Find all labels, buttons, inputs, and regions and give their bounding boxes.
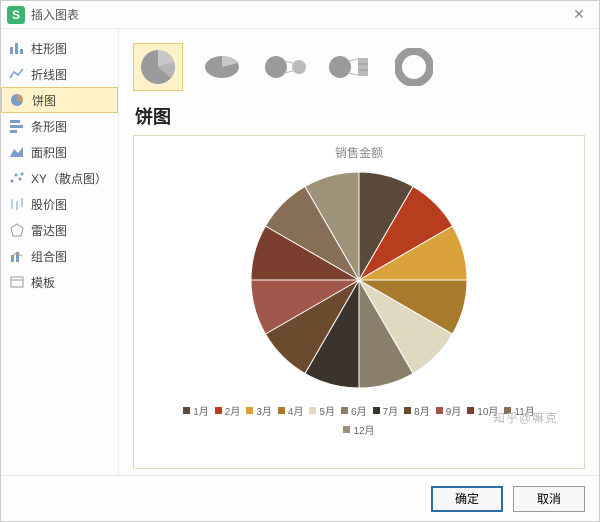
- legend-label: 9月: [446, 403, 462, 418]
- sidebar-item-pie[interactable]: 饼图: [1, 87, 118, 113]
- legend-swatch: [183, 407, 190, 414]
- sidebar-item-bar[interactable]: 条形图: [1, 113, 118, 139]
- legend-label: 10月: [477, 403, 498, 418]
- pie-chart: [244, 165, 474, 395]
- sidebar-item-template[interactable]: 模板: [1, 269, 118, 295]
- legend-item: 10月: [467, 403, 498, 418]
- sidebar-item-area[interactable]: 面积图: [1, 139, 118, 165]
- sidebar-item-label: 组合图: [31, 248, 67, 265]
- sidebar-item-combo[interactable]: 组合图: [1, 243, 118, 269]
- dialog-title: 插入图表: [31, 6, 565, 23]
- legend-label: 5月: [319, 403, 335, 418]
- subtype-bar-of-pie[interactable]: [325, 43, 375, 91]
- legend-swatch: [309, 407, 316, 414]
- legend-item: 11月: [504, 403, 534, 418]
- legend-swatch: [341, 407, 348, 414]
- legend-item: 8月: [404, 403, 430, 418]
- legend-swatch: [343, 426, 350, 433]
- dialog-footer: 确定 取消: [1, 475, 599, 521]
- chart-legend: 1月 2月 3月 4月 5月 6月 7月 8月 9月 10月 11月 12月: [169, 403, 549, 437]
- legend-item: 5月: [309, 403, 335, 418]
- chart-type-sidebar: 柱形图 折线图 饼图 条形图: [1, 29, 119, 475]
- legend-swatch: [215, 407, 222, 414]
- subtype-doughnut[interactable]: [389, 43, 439, 91]
- subtype-pie-of-pie[interactable]: [261, 43, 311, 91]
- dialog-body: 柱形图 折线图 饼图 条形图: [1, 29, 599, 475]
- bar-chart-icon: [9, 119, 25, 133]
- scatter-chart-icon: [9, 171, 25, 185]
- legend-item: 6月: [341, 403, 367, 418]
- legend-item: 3月: [246, 403, 272, 418]
- legend-label: 11月: [514, 403, 534, 418]
- close-icon[interactable]: ✕: [565, 6, 593, 23]
- legend-swatch: [436, 407, 443, 414]
- legend-label: 8月: [414, 403, 430, 418]
- combo-chart-icon: [9, 249, 25, 263]
- legend-swatch: [373, 407, 380, 414]
- legend-label: 1月: [193, 403, 209, 418]
- legend-label: 2月: [225, 403, 241, 418]
- app-icon: S: [7, 6, 25, 24]
- sidebar-item-label: XY（散点图）: [31, 170, 107, 187]
- legend-swatch: [404, 407, 411, 414]
- sidebar-item-radar[interactable]: 雷达图: [1, 217, 118, 243]
- sidebar-item-label: 面积图: [31, 144, 67, 161]
- ok-button[interactable]: 确定: [431, 486, 503, 512]
- legend-item: 12月: [343, 422, 374, 437]
- subtype-pie[interactable]: [133, 43, 183, 91]
- legend-label: 12月: [353, 422, 374, 437]
- main-panel: 饼图 销售金额 1月2月3月4月5月6月7月8月9月10月11月12月 知乎@嘛…: [119, 29, 599, 475]
- sidebar-item-label: 模板: [31, 274, 55, 291]
- legend-item: 9月: [436, 403, 462, 418]
- stock-chart-icon: [9, 197, 25, 211]
- subtype-3d-pie[interactable]: [197, 43, 247, 91]
- subtype-heading: 饼图: [135, 103, 585, 129]
- sidebar-item-label: 柱形图: [31, 40, 67, 57]
- line-chart-icon: [9, 67, 25, 81]
- cancel-button[interactable]: 取消: [513, 486, 585, 512]
- sidebar-item-label: 折线图: [31, 66, 67, 83]
- insert-chart-dialog: S 插入图表 ✕ 柱形图 折线图 饼图: [0, 0, 600, 522]
- sidebar-item-label: 雷达图: [31, 222, 67, 239]
- legend-swatch: [246, 407, 253, 414]
- legend-swatch: [278, 407, 285, 414]
- legend-item: 4月: [278, 403, 304, 418]
- legend-label: 6月: [351, 403, 367, 418]
- pie-chart-icon: [10, 93, 26, 107]
- legend-item: 1月: [183, 403, 209, 418]
- titlebar: S 插入图表 ✕: [1, 1, 599, 29]
- sidebar-item-line[interactable]: 折线图: [1, 61, 118, 87]
- sidebar-item-stock[interactable]: 股价图: [1, 191, 118, 217]
- legend-label: 7月: [383, 403, 399, 418]
- column-chart-icon: [9, 41, 25, 55]
- chart-title: 销售金额: [335, 144, 383, 161]
- legend-swatch: [504, 407, 511, 414]
- template-icon: [9, 275, 25, 289]
- chart-preview[interactable]: 销售金额 1月2月3月4月5月6月7月8月9月10月11月12月 知乎@嘛克: [133, 135, 585, 469]
- legend-label: 4月: [288, 403, 304, 418]
- sidebar-item-label: 股价图: [31, 196, 67, 213]
- pie-subtype-row: [133, 39, 585, 95]
- sidebar-item-label: 饼图: [32, 92, 56, 109]
- radar-chart-icon: [9, 223, 25, 237]
- sidebar-item-label: 条形图: [31, 118, 67, 135]
- legend-item: 2月: [215, 403, 241, 418]
- legend-item: 7月: [373, 403, 399, 418]
- area-chart-icon: [9, 145, 25, 159]
- legend-swatch: [467, 407, 474, 414]
- sidebar-item-scatter[interactable]: XY（散点图）: [1, 165, 118, 191]
- sidebar-item-column[interactable]: 柱形图: [1, 35, 118, 61]
- legend-label: 3月: [256, 403, 272, 418]
